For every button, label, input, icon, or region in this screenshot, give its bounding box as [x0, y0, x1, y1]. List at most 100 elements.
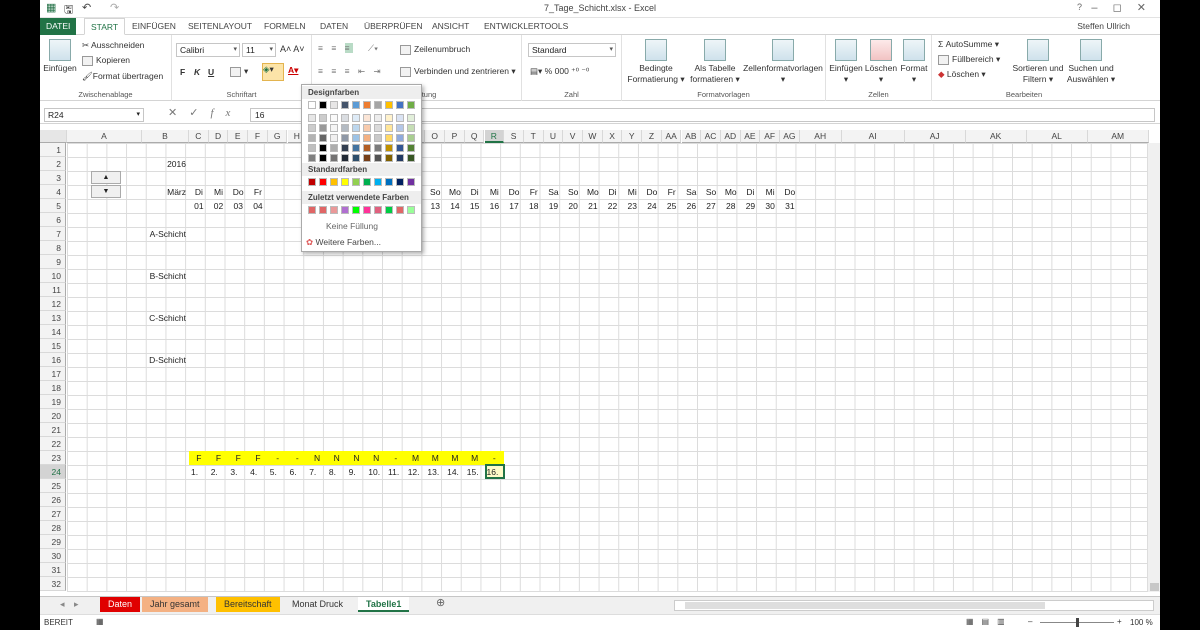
standard-color-swatch[interactable]: [363, 178, 371, 186]
row-header[interactable]: 24: [40, 465, 66, 479]
tab-ueberpruefen[interactable]: ÜBERPRÜFEN: [358, 18, 429, 35]
theme-color-swatch[interactable]: [341, 124, 349, 132]
column-header[interactable]: AD: [720, 130, 741, 143]
recent-color-swatch[interactable]: [385, 206, 393, 214]
column-header[interactable]: AM: [1087, 130, 1149, 143]
day-cell[interactable]: 29: [741, 199, 761, 213]
weekday-cell[interactable]: Di: [603, 185, 623, 199]
column-header[interactable]: A: [67, 130, 142, 143]
column-header[interactable]: T: [523, 130, 544, 143]
theme-color-swatch[interactable]: [363, 154, 371, 162]
window-controls[interactable]: – ◻ ✕: [1091, 1, 1152, 14]
column-header[interactable]: AE: [740, 130, 761, 143]
weekday-cell[interactable]: Do: [642, 185, 662, 199]
column-header[interactable]: Y: [622, 130, 643, 143]
row-header[interactable]: 4: [40, 185, 66, 199]
sequence-cell[interactable]: 5.: [270, 465, 277, 479]
zoom-slider-thumb[interactable]: [1076, 618, 1079, 627]
theme-color-swatch[interactable]: [330, 124, 338, 132]
row-header[interactable]: 25: [40, 479, 66, 493]
conditional-format-button[interactable]: Bedingte Formatierung ▾: [626, 39, 686, 85]
column-header[interactable]: D: [208, 130, 229, 143]
grow-font-button[interactable]: A˄ A˅: [280, 44, 305, 54]
row-header[interactable]: 32: [40, 577, 66, 591]
weekday-cell[interactable]: Mo: [583, 185, 603, 199]
tab-seitenlayout[interactable]: SEITENLAYOUT: [182, 18, 258, 35]
no-fill-option[interactable]: Keine Füllung: [326, 221, 378, 231]
recent-color-swatch[interactable]: [330, 206, 338, 214]
column-header[interactable]: AF: [760, 130, 780, 143]
sequence-cell[interactable]: 15.: [467, 465, 479, 479]
theme-color-swatch[interactable]: [374, 134, 382, 142]
find-select-button[interactable]: Suchen und Auswählen ▾: [1066, 39, 1116, 85]
column-header[interactable]: AJ: [904, 130, 966, 143]
row-header[interactable]: 20: [40, 409, 66, 423]
row-header[interactable]: 3: [40, 171, 66, 185]
more-colors-option[interactable]: ✿ Weitere Farben...: [306, 237, 381, 248]
row-header[interactable]: 10: [40, 269, 66, 283]
tab-entwicklertools[interactable]: ENTWICKLERTOOLS: [478, 18, 574, 35]
row-header[interactable]: 7: [40, 227, 66, 241]
theme-color-swatch[interactable]: [385, 101, 393, 109]
cut-button[interactable]: ✂ Ausschneiden: [82, 40, 144, 51]
pattern-cell[interactable]: F: [248, 451, 268, 465]
pattern-cell[interactable]: F: [209, 451, 229, 465]
theme-color-swatch[interactable]: [352, 154, 360, 162]
row-header[interactable]: 9: [40, 255, 66, 269]
theme-color-swatch[interactable]: [330, 101, 338, 109]
column-header[interactable]: F: [248, 130, 268, 143]
standard-color-swatch[interactable]: [330, 178, 338, 186]
tab-einfuegen[interactable]: EINFÜGEN: [126, 18, 182, 35]
vertical-align-buttons[interactable]: ≡ ≡ ≡: [318, 43, 353, 53]
row-header[interactable]: 30: [40, 549, 66, 563]
column-header[interactable]: AG: [780, 130, 800, 143]
fill-button[interactable]: Füllbereich ▾: [938, 54, 1000, 65]
theme-color-swatch[interactable]: [341, 144, 349, 152]
weekday-cell[interactable]: Mi: [485, 185, 505, 199]
pattern-cell[interactable]: -: [386, 451, 406, 465]
sequence-cell[interactable]: 16.: [487, 465, 499, 479]
weekday-cell[interactable]: Fr: [524, 185, 544, 199]
theme-color-swatch[interactable]: [341, 114, 349, 122]
column-header[interactable]: C: [189, 130, 209, 143]
sequence-cell[interactable]: 8.: [329, 465, 336, 479]
sequence-cell[interactable]: 9.: [349, 465, 356, 479]
zoom-in-icon[interactable]: +: [1117, 617, 1122, 626]
day-cell[interactable]: 25: [662, 199, 682, 213]
shift-label[interactable]: C-Schicht: [142, 311, 186, 325]
wrap-text-button[interactable]: Zeilenumbruch: [400, 44, 470, 55]
row-header[interactable]: 12: [40, 297, 66, 311]
theme-color-swatch[interactable]: [330, 134, 338, 142]
theme-color-swatch[interactable]: [363, 124, 371, 132]
column-header[interactable]: AH: [799, 130, 842, 143]
theme-color-swatch[interactable]: [396, 114, 404, 122]
pattern-cell[interactable]: M: [465, 451, 485, 465]
column-header[interactable]: AK: [965, 130, 1027, 143]
day-cell[interactable]: 14: [445, 199, 465, 213]
weekday-cell[interactable]: Do: [228, 185, 248, 199]
format-as-table-button[interactable]: Als Tabelle formatieren ▾: [686, 39, 744, 85]
zoom-out-icon[interactable]: –: [1028, 617, 1032, 626]
column-header[interactable]: Q: [464, 130, 485, 143]
sheet-tab[interactable]: Monat Druck: [284, 597, 352, 612]
paste-button[interactable]: Einfügen: [42, 39, 78, 74]
sequence-cell[interactable]: 1.: [191, 465, 198, 479]
scrollbar-thumb[interactable]: [1150, 583, 1159, 591]
pattern-cell[interactable]: F: [228, 451, 248, 465]
pattern-cell[interactable]: -: [268, 451, 288, 465]
weekday-cell[interactable]: Sa: [682, 185, 702, 199]
row-header[interactable]: 5: [40, 199, 66, 213]
weekday-cell[interactable]: Fr: [662, 185, 682, 199]
row-header[interactable]: 1: [40, 143, 66, 157]
weekday-cell[interactable]: Sa: [544, 185, 564, 199]
spin-up-button[interactable]: ▲: [91, 171, 121, 184]
clear-button[interactable]: ◆ Löschen ▾: [938, 69, 986, 80]
next-sheet-icon[interactable]: ▸: [66, 597, 87, 612]
theme-color-swatch[interactable]: [407, 101, 415, 109]
row-header[interactable]: 19: [40, 395, 66, 409]
theme-color-swatch[interactable]: [330, 144, 338, 152]
theme-color-swatch[interactable]: [407, 134, 415, 142]
sheet-tab[interactable]: Daten: [100, 597, 141, 612]
pattern-cell[interactable]: -: [288, 451, 308, 465]
day-cell[interactable]: 15: [465, 199, 485, 213]
